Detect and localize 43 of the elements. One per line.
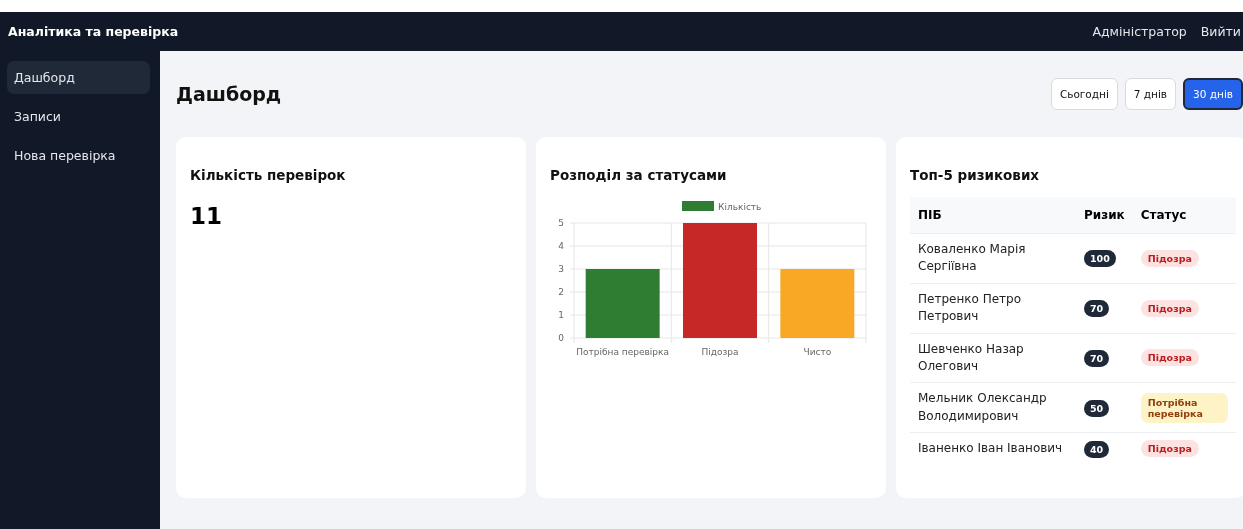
app-title: Аналітика та перевірка	[8, 24, 179, 39]
user-name: Адміністратор	[1092, 24, 1187, 39]
y-tick-label: 0	[558, 333, 564, 343]
column-header: Ризик	[1076, 197, 1133, 234]
status-tag: Потрібна перевірка	[1140, 392, 1228, 423]
status-tag: Підозра	[1140, 349, 1199, 367]
status-tag: Підозра	[1140, 299, 1199, 317]
sidebar-item[interactable]: Дашборд	[7, 61, 150, 94]
card-title: Топ-5 ризикових	[910, 167, 1041, 183]
range-button[interactable]: Сьогодні	[1050, 78, 1118, 110]
legend-swatch	[682, 201, 714, 211]
page-title: Дашборд	[176, 83, 283, 105]
card-title: Розподіл за статусами	[550, 167, 728, 183]
table-cell: Петренко Петро Петрович	[910, 283, 1076, 334]
y-tick-label: 5	[558, 218, 564, 228]
table-cell: Коваленко Марія Сергіївна	[910, 233, 1076, 284]
y-tick-label: 4	[558, 241, 564, 251]
risk-score: 100	[1084, 250, 1116, 268]
risk-score: 50	[1084, 399, 1110, 417]
table-cell: Шевченко Назар Олегович	[910, 333, 1076, 383]
logout-link[interactable]: Вийти	[1200, 24, 1241, 39]
risk-score: 40	[1084, 440, 1110, 458]
risk-score: 70	[1084, 349, 1110, 367]
risk-score: 70	[1084, 300, 1110, 318]
legend-label: Кількість	[718, 202, 762, 212]
column-header: ПІБ	[910, 197, 1076, 234]
status-tag: Підозра	[1140, 249, 1199, 267]
x-axis-label: Чисто	[803, 347, 832, 357]
x-axis-label: Потрібна перевірка	[576, 347, 669, 357]
count-value: 11	[190, 203, 223, 229]
y-tick-label: 3	[558, 264, 564, 274]
range-button[interactable]: 30 днів	[1183, 78, 1243, 110]
x-axis-label: Підозра	[701, 347, 739, 357]
table-cell: Іваненко Іван Іванович	[910, 432, 1076, 465]
y-tick-label: 1	[558, 310, 564, 320]
sidebar-item[interactable]: Нова перевірка	[7, 139, 150, 172]
status-tag: Підозра	[1140, 440, 1199, 458]
column-header: Статус	[1132, 197, 1236, 234]
card-title: Кількість перевірок	[190, 167, 347, 183]
table-cell: Мельник Олександр Володимирович	[910, 382, 1076, 433]
sidebar-item[interactable]: Записи	[7, 100, 150, 133]
range-button[interactable]: 7 днів	[1124, 78, 1177, 110]
y-tick-label: 2	[558, 287, 564, 297]
